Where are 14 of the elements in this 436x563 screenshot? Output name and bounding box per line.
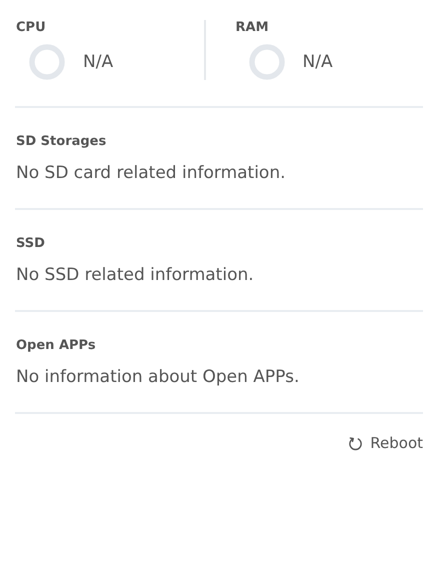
section-title: SD Storages bbox=[16, 134, 108, 149]
refresh-icon bbox=[348, 436, 364, 450]
section-text: No information about Open APPs. bbox=[16, 367, 300, 387]
metric-label: RAM bbox=[236, 20, 270, 35]
metric-label: CPU bbox=[16, 20, 47, 35]
gauge-ring-icon bbox=[248, 44, 284, 80]
metric-value: N/A bbox=[83, 52, 114, 72]
section-title: Open APPs bbox=[16, 338, 97, 353]
section-text: No SD card related information. bbox=[16, 163, 287, 183]
gauge-ring-icon bbox=[29, 44, 65, 80]
reboot-button[interactable]: Reboot bbox=[348, 434, 423, 452]
section-text: No SSD related information. bbox=[16, 265, 255, 285]
metric-value: N/A bbox=[302, 52, 333, 72]
section-title: SSD bbox=[16, 236, 46, 251]
